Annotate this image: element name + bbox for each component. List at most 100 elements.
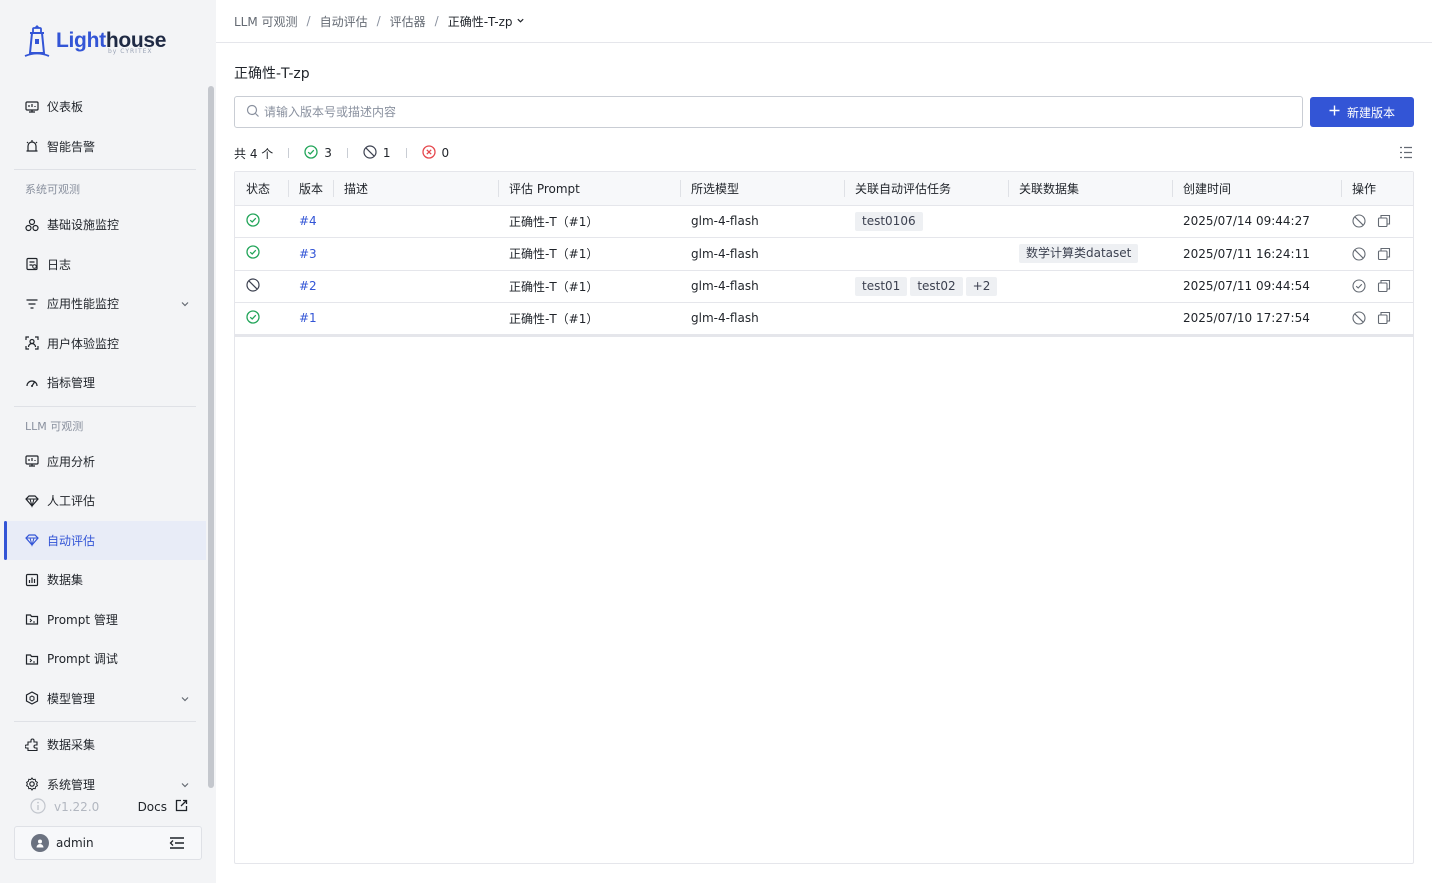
sidebar-item-app-analysis[interactable]: 应用分析 [4, 442, 206, 482]
status-cell [235, 237, 288, 271]
alert-icon [25, 139, 39, 153]
disable-icon[interactable] [1352, 247, 1366, 261]
failed-filter[interactable]: 0 [421, 144, 449, 162]
model-cell: glm-4-flash [680, 270, 844, 303]
breadcrumb-auto-eval[interactable]: 自动评估 [320, 13, 368, 30]
sidebar-divider [14, 169, 196, 170]
check-circle-icon [246, 310, 260, 327]
check-circle-icon [246, 245, 260, 262]
table-header-row: 状态 版本 描述 评估 Prompt 所选模型 关联自动评估任务 关联数据集 创… [235, 172, 1413, 206]
sidebar-item-label: 数据集 [47, 573, 84, 588]
new-version-label: 新建版本 [1346, 105, 1395, 120]
tasks-cell [844, 237, 1008, 271]
disabled-circle-icon [246, 278, 260, 295]
sidebar-item-label: 仪表板 [47, 100, 84, 115]
sidebar-item-logs[interactable]: 日志 [4, 245, 206, 285]
description-cell [333, 270, 498, 303]
task-tag[interactable]: test01 [855, 276, 908, 296]
description-cell [333, 237, 498, 271]
sidebar-item-user-experience[interactable]: 用户体验监控 [4, 324, 206, 364]
breadcrumb-llm[interactable]: LLM 可观测 [234, 13, 298, 30]
copy-icon[interactable] [1377, 279, 1391, 293]
app-logo[interactable]: Lighthouse by CYRITEX [22, 22, 166, 60]
app-analysis-icon [25, 454, 39, 468]
check-circle-icon [304, 144, 318, 162]
task-tag[interactable]: test0106 [855, 211, 923, 231]
chevron-down-icon[interactable] [180, 298, 190, 312]
prompt-cell: 正确性-T（#1） [498, 270, 680, 303]
created-cell: 2025/07/14 09:44:27 [1172, 205, 1341, 238]
user-profile[interactable]: admin [14, 826, 202, 860]
sidebar-item-infrastructure[interactable]: 基础设施监控 [4, 205, 206, 245]
sidebar-item-label: 模型管理 [47, 691, 96, 706]
copy-icon[interactable] [1377, 214, 1391, 228]
version-link[interactable]: #4 [299, 214, 317, 228]
sidebar-item-alerts[interactable]: 智能告警 [4, 127, 206, 167]
disable-icon[interactable] [1352, 214, 1366, 228]
sidebar-item-prompt-debug[interactable]: Prompt 调试 [4, 639, 206, 679]
search-box[interactable] [234, 96, 1303, 128]
sidebar-scrollbar[interactable] [208, 86, 214, 788]
version-link[interactable]: #2 [299, 279, 317, 293]
sidebar-item-label: 智能告警 [47, 139, 96, 154]
collapse-sidebar-icon[interactable] [169, 836, 185, 853]
avatar [31, 834, 49, 852]
sidebar: Lighthouse by CYRITEX 仪表板 智能告警 系统可观测 基础设… [0, 0, 216, 883]
breadcrumb-separator: / [434, 14, 439, 28]
more-tasks-tag[interactable]: +2 [965, 276, 998, 296]
table-row: #3 正确性-T（#1） glm-4-flash 数学计算类dataset 20… [235, 237, 1413, 271]
sidebar-item-metrics[interactable]: 指标管理 [4, 363, 206, 403]
sidebar-item-data-collect[interactable]: 数据采集 [4, 725, 206, 765]
dataset-tag[interactable]: 数学计算类dataset [1019, 244, 1139, 264]
sidebar-item-human-eval[interactable]: 人工评估 [4, 481, 206, 521]
model-manage-icon [25, 691, 39, 705]
metrics-icon [25, 376, 39, 390]
version-info[interactable]: v1.22.0 [30, 797, 99, 817]
version-link[interactable]: #3 [299, 247, 317, 261]
search-input[interactable] [264, 105, 1264, 119]
disabled-circle-icon [363, 144, 377, 162]
sidebar-item-label: 指标管理 [47, 376, 96, 391]
sidebar-item-label: 应用性能监控 [47, 297, 120, 312]
chevron-down-icon[interactable] [180, 779, 190, 793]
sidebar-divider [14, 721, 196, 722]
column-header-actions: 操作 [1341, 172, 1413, 206]
success-count: 3 [324, 146, 332, 160]
prompt-manage-icon [25, 612, 39, 626]
column-header-model: 所选模型 [680, 172, 844, 206]
sidebar-item-dashboard[interactable]: 仪表板 [4, 87, 206, 127]
chevron-down-icon[interactable] [180, 693, 190, 707]
disable-icon[interactable] [1352, 311, 1366, 325]
sidebar-item-dataset[interactable]: 数据集 [4, 560, 206, 600]
new-version-button[interactable]: 新建版本 [1310, 97, 1414, 127]
copy-icon[interactable] [1377, 311, 1391, 325]
breadcrumb-current-dropdown[interactable]: 正确性-T-zp [448, 13, 525, 30]
actions-cell [1341, 302, 1413, 337]
docs-link[interactable]: Docs [138, 799, 188, 815]
created-cell: 2025/07/11 09:44:54 [1172, 270, 1341, 303]
column-header-created: 创建时间 [1172, 172, 1341, 206]
version-link[interactable]: #1 [299, 311, 317, 325]
breadcrumb-current-label: 正确性-T-zp [447, 14, 513, 29]
sidebar-item-model-manage[interactable]: 模型管理 [4, 679, 206, 719]
breadcrumb-evaluator[interactable]: 评估器 [390, 13, 426, 30]
column-settings-icon[interactable] [1399, 146, 1413, 162]
success-filter[interactable]: 3 [304, 144, 332, 162]
tasks-cell [844, 302, 1008, 337]
enable-icon[interactable] [1352, 279, 1366, 293]
section-llm-observability: LLM 可观测 [25, 419, 84, 433]
disabled-filter[interactable]: 1 [363, 144, 391, 162]
version-row: v1.22.0 Docs [14, 793, 202, 821]
infrastructure-icon [25, 218, 39, 232]
column-header-description: 描述 [333, 172, 498, 206]
sidebar-item-label: 日志 [47, 257, 72, 272]
task-tag[interactable]: test02 [910, 276, 963, 296]
sidebar-item-apm[interactable]: 应用性能监控 [4, 284, 206, 324]
copy-icon[interactable] [1377, 247, 1391, 261]
chevron-down-icon [516, 14, 525, 28]
sidebar-item-prompt-manage[interactable]: Prompt 管理 [4, 600, 206, 640]
actions-cell [1341, 270, 1413, 303]
lighthouse-logo-icon [24, 25, 50, 57]
human-eval-icon [25, 494, 39, 508]
sidebar-item-auto-eval[interactable]: 自动评估 [4, 520, 206, 560]
